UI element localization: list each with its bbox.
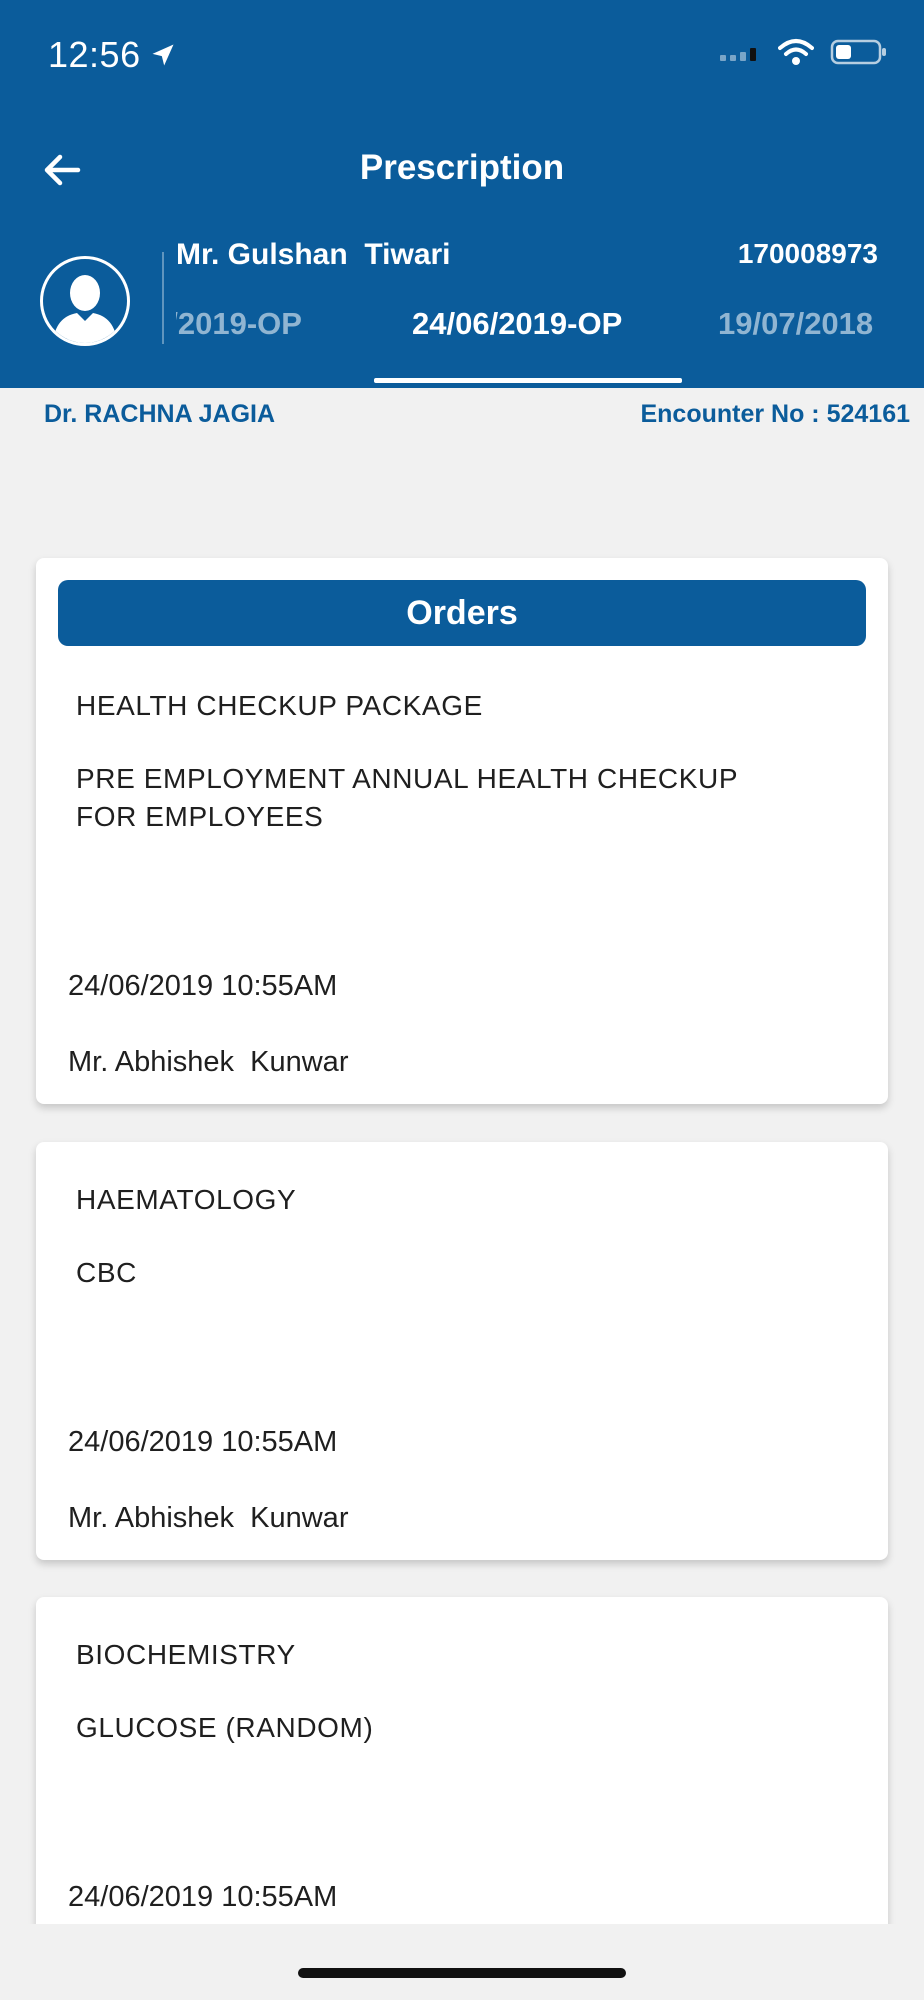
tab-previous-encounter[interactable]: 6/2019-OP bbox=[176, 306, 302, 342]
doctor-name: Dr. RACHNA JAGIA bbox=[44, 400, 276, 428]
ordered-by: Mr. Abhishek Kunwar bbox=[68, 1502, 349, 1534]
status-bar-indicators bbox=[718, 38, 888, 66]
encounter-tabs: 6/2019-OP 24/06/2019-OP 19/07/2018 bbox=[176, 306, 880, 388]
location-arrow-icon bbox=[152, 44, 174, 66]
order-item: PRE EMPLOYMENT ANNUAL HEALTH CHECKUP FOR… bbox=[76, 763, 738, 832]
order-card: Orders HEALTH CHECKUP PACKAGE PRE EMPLOY… bbox=[36, 558, 888, 1104]
status-bar-time: 12:56 bbox=[48, 34, 177, 76]
status-time-text: 12:56 bbox=[48, 34, 141, 75]
active-tab-indicator bbox=[374, 378, 682, 383]
tab-next-encounter[interactable]: 19/07/2018 bbox=[718, 306, 873, 342]
ordered-by: Mr. Abhishek Kunwar bbox=[68, 1046, 349, 1078]
encounter-number: Encounter No : 524161 bbox=[640, 400, 910, 428]
wifi-icon bbox=[778, 39, 814, 65]
order-category: HEALTH CHECKUP PACKAGE bbox=[76, 690, 483, 721]
order-category: BIOCHEMISTRY bbox=[76, 1639, 296, 1670]
order-card: HAEMATOLOGY CBC 24/06/2019 10:55AM Mr. A… bbox=[36, 1142, 888, 1560]
patient-name: Mr. Gulshan Tiwari bbox=[176, 238, 451, 271]
order-item: CBC bbox=[76, 1257, 137, 1288]
app-header: 12:56 Prescription Mr. Gulshan Tiwari 17… bbox=[0, 0, 924, 388]
order-datetime: 24/06/2019 10:55AM bbox=[68, 970, 338, 1002]
patient-id: 170008973 bbox=[737, 238, 878, 269]
orders-header: Orders bbox=[58, 580, 866, 646]
bottom-safe-area bbox=[0, 1924, 924, 2000]
patient-avatar bbox=[40, 256, 130, 346]
cellular-signal-icon bbox=[720, 48, 756, 61]
header-divider bbox=[162, 252, 164, 344]
order-item: GLUCOSE (RANDOM) bbox=[76, 1712, 374, 1743]
tab-active-encounter[interactable]: 24/06/2019-OP bbox=[412, 306, 622, 342]
battery-icon bbox=[830, 39, 886, 65]
home-indicator[interactable] bbox=[298, 1968, 626, 1978]
person-silhouette-icon bbox=[53, 275, 117, 343]
page-title: Prescription bbox=[359, 148, 565, 187]
order-datetime: 24/06/2019 10:55AM bbox=[68, 1881, 338, 1913]
order-datetime: 24/06/2019 10:55AM bbox=[68, 1426, 338, 1458]
order-category: HAEMATOLOGY bbox=[76, 1184, 297, 1215]
